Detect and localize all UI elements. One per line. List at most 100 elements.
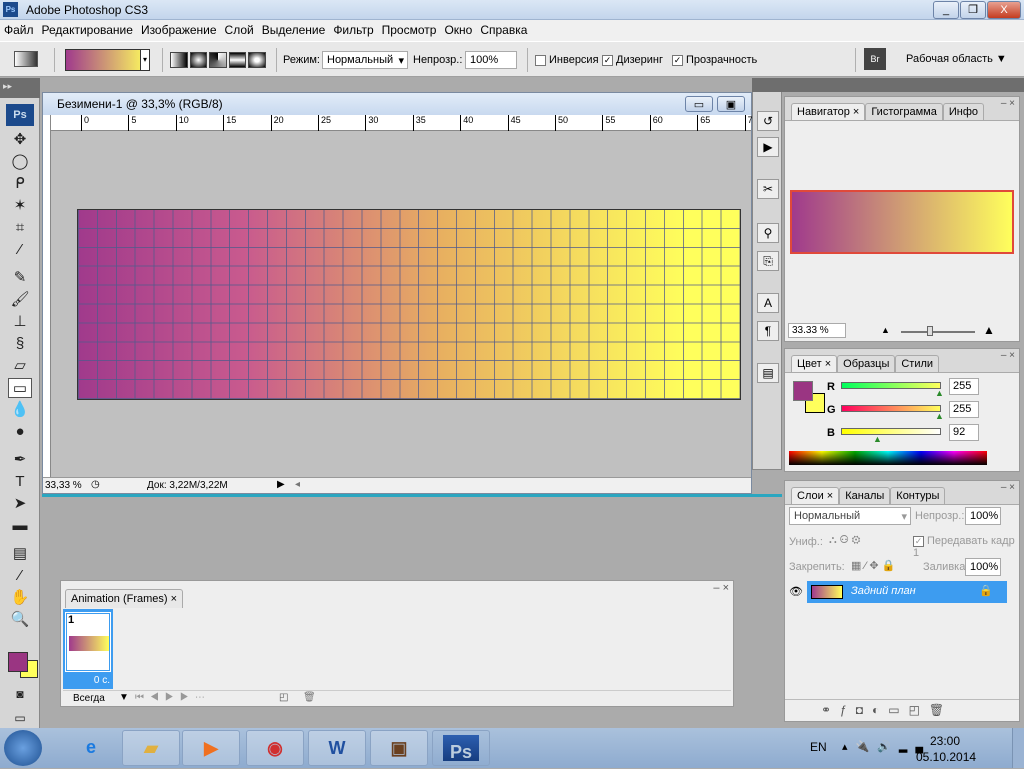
tab-channels[interactable]: Каналы: [839, 487, 891, 504]
panel-close-icon[interactable]: – ×: [1001, 482, 1015, 493]
diamond-gradient-button[interactable]: [248, 52, 266, 68]
minimize-button[interactable]: _: [933, 1, 959, 19]
menu-image[interactable]: Изображение: [137, 20, 221, 40]
clock-time[interactable]: 23:00: [930, 734, 960, 748]
tab-layers[interactable]: Слои ×: [791, 487, 840, 504]
tab-paths[interactable]: Контуры: [890, 487, 946, 504]
doc-maximize-button[interactable]: ▣: [717, 96, 745, 112]
history-icon[interactable]: ↺: [757, 111, 779, 131]
explorer-icon[interactable]: ▰: [122, 730, 180, 766]
zoom-tool-icon[interactable]: 🔍: [8, 610, 32, 630]
radial-gradient-button[interactable]: [189, 52, 208, 68]
playback-buttons[interactable]: ⏮◀▶▶⋯: [135, 692, 211, 703]
loop-select[interactable]: Всегда: [73, 693, 105, 704]
notes-tool-icon[interactable]: ▤: [8, 544, 32, 564]
restore-button[interactable]: ❐: [960, 1, 986, 19]
zoom-out-icon[interactable]: ▲: [881, 325, 890, 335]
clock-date[interactable]: 05.10.2014: [916, 750, 976, 764]
marquee-tool-icon[interactable]: ◯: [8, 152, 32, 172]
healing-brush-icon[interactable]: ✎: [8, 268, 32, 288]
media-player-icon[interactable]: ▶: [182, 730, 240, 766]
visibility-eye-icon[interactable]: 👁: [785, 581, 807, 603]
crop-tool-icon[interactable]: ⌗: [8, 218, 32, 238]
tab-navigator[interactable]: Навигатор ×: [791, 103, 866, 120]
tab-histogram[interactable]: Гистограмма: [865, 103, 943, 120]
zoom-slider[interactable]: [901, 331, 975, 333]
foreground-color-swatch[interactable]: [8, 652, 28, 672]
navigator-zoom-input[interactable]: 33.33 %: [788, 323, 846, 338]
dodge-tool-icon[interactable]: ●: [8, 422, 32, 442]
start-button[interactable]: [4, 730, 42, 766]
close-button[interactable]: X: [987, 1, 1021, 19]
ie-icon[interactable]: e: [62, 730, 120, 766]
workspace-menu[interactable]: Рабочая область ▼: [906, 53, 1007, 65]
panel-close-icon[interactable]: – ×: [713, 582, 729, 594]
blend-mode-select[interactable]: Нормальный ▾: [789, 507, 911, 525]
b-slider-thumb[interactable]: ▲: [873, 434, 882, 444]
character-icon[interactable]: A: [757, 293, 779, 313]
type-tool-icon[interactable]: T: [8, 472, 32, 492]
tab-color[interactable]: Цвет ×: [791, 355, 838, 372]
g-slider-thumb[interactable]: ▲: [935, 411, 944, 421]
b-slider[interactable]: [841, 428, 941, 435]
angle-gradient-button[interactable]: [209, 52, 227, 68]
zoom-slider-thumb[interactable]: [927, 326, 933, 336]
layers-footer-buttons[interactable]: ⚭ƒ◘◐▭◰🗑: [785, 699, 1019, 721]
brushes-icon[interactable]: ⚲: [757, 223, 779, 243]
gradient-tool-icon[interactable]: ▭: [8, 378, 32, 398]
tab-animation[interactable]: Animation (Frames) ×: [65, 589, 184, 608]
color-ramp[interactable]: [789, 451, 987, 465]
r-slider-thumb[interactable]: ▲: [935, 388, 944, 398]
blur-tool-icon[interactable]: 💧: [8, 400, 32, 420]
linear-gradient-button[interactable]: [170, 52, 188, 68]
status-icon[interactable]: ◷: [91, 479, 100, 490]
menu-view[interactable]: Просмотр: [378, 20, 441, 40]
history-brush-icon[interactable]: §: [8, 334, 32, 354]
color-fg-swatch[interactable]: [793, 381, 813, 401]
tool-presets-icon[interactable]: ✂: [757, 179, 779, 199]
actions-icon[interactable]: ▶: [757, 137, 779, 157]
frame-delay[interactable]: 0 с.: [94, 675, 110, 686]
menu-help[interactable]: Справка: [476, 20, 531, 40]
paragraph-icon[interactable]: ¶: [757, 321, 779, 341]
navigator-preview[interactable]: [790, 190, 1014, 254]
stamp-tool-icon[interactable]: ⊥: [8, 312, 32, 332]
zoom-in-icon[interactable]: ▲: [983, 323, 995, 337]
toolbox-collapse-icon[interactable]: ▸▸: [0, 78, 40, 98]
fill-input[interactable]: 100%: [965, 558, 1001, 576]
dither-checkbox[interactable]: ✓ Дизеринг: [602, 54, 663, 66]
gradient-dropdown-icon[interactable]: ▾: [140, 49, 150, 71]
word-icon[interactable]: W: [308, 730, 366, 766]
menu-filter[interactable]: Фильтр: [329, 20, 377, 40]
gradient-picker[interactable]: [65, 49, 150, 71]
canvas-image[interactable]: [77, 209, 741, 400]
mode-select[interactable]: Нормальный ▾: [322, 51, 408, 69]
opacity-input[interactable]: 100%: [465, 51, 517, 69]
status-menu-arrow[interactable]: ▶: [277, 479, 285, 490]
menu-edit[interactable]: Редактирование: [38, 20, 137, 40]
clone-source-icon[interactable]: ⎘: [757, 251, 779, 271]
g-value-input[interactable]: 255: [949, 401, 979, 418]
duplicate-frame-icon[interactable]: ◰: [279, 692, 288, 703]
animation-frame[interactable]: 1 0 с.: [63, 609, 113, 689]
lasso-tool-icon[interactable]: ᑭ: [8, 174, 32, 194]
slice-tool-icon[interactable]: ⁄: [8, 240, 32, 260]
magic-wand-icon[interactable]: ✶: [8, 196, 32, 216]
transparency-checkbox[interactable]: ✓ Прозрачность: [672, 54, 757, 66]
eraser-tool-icon[interactable]: ▱: [8, 356, 32, 376]
eyedropper-icon[interactable]: ⁄: [8, 566, 32, 586]
doc-minimize-button[interactable]: ▭: [685, 96, 713, 112]
path-select-icon[interactable]: ➤: [8, 494, 32, 514]
tool-preset-picker[interactable]: [14, 51, 38, 67]
brush-tool-icon[interactable]: 🖌: [8, 290, 32, 310]
menu-select[interactable]: Выделение: [258, 20, 330, 40]
photoshop-taskbar-icon[interactable]: Ps: [432, 730, 490, 766]
lock-icons[interactable]: ▦ ⁄ ✥ 🔒: [851, 559, 895, 572]
panel-close-icon[interactable]: – ×: [1001, 98, 1015, 109]
language-indicator[interactable]: EN: [810, 740, 827, 754]
panel-close-icon[interactable]: – ×: [1001, 350, 1015, 361]
chrome-icon[interactable]: ◉: [246, 730, 304, 766]
r-slider[interactable]: [841, 382, 941, 389]
inverse-checkbox[interactable]: Инверсия: [535, 54, 599, 66]
layer-name[interactable]: Задний план: [851, 585, 916, 597]
